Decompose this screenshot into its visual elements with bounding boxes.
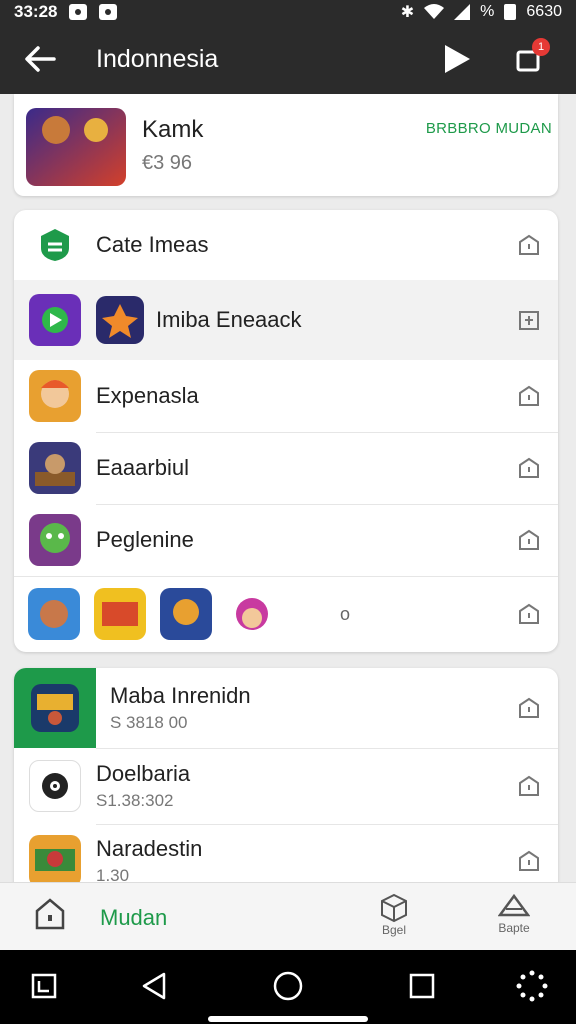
cart-button[interactable]: 1: [504, 34, 554, 84]
list-item[interactable]: Imiba Eneaack: [14, 280, 558, 360]
cart-badge: 1: [532, 38, 550, 56]
wifi-icon: [424, 4, 445, 19]
dots-circle-icon: [516, 970, 548, 1002]
lock-icon: [519, 234, 539, 255]
list-item[interactable]: Naradestin 1.30: [14, 824, 558, 882]
page-title: Indonnesia: [96, 44, 219, 73]
app-icon: [29, 835, 81, 882]
list-item[interactable]: Cate Imeas: [14, 210, 558, 280]
featured-item-card[interactable]: Kamk €3 96 BRBBRO MUDAN: [14, 94, 558, 196]
app-icon: [96, 296, 144, 344]
crop-icon: [31, 973, 57, 999]
list-item-label: Maba Inrenidn: [110, 683, 251, 708]
list-item[interactable]: Maba Inrenidn S 3818 00: [14, 668, 558, 748]
list-item[interactable]: Eaaarbiul: [14, 432, 558, 504]
nav-item-label: Bgel: [381, 923, 407, 937]
lock-icon: [519, 775, 539, 796]
square-icon: [409, 973, 435, 999]
triangle-icon: [498, 893, 530, 917]
list-item[interactable]: Peglenine: [14, 504, 558, 576]
list-item-label: Cate Imeas: [96, 232, 209, 257]
item-name: Kamk: [142, 116, 204, 143]
list-item-label: Naradestin: [96, 836, 203, 861]
nav-item-bgel[interactable]: Bgel: [380, 893, 408, 937]
bottom-nav: Mudan Bgel Bapte: [0, 882, 576, 950]
lock-icon: [519, 385, 539, 406]
box-icon: [381, 893, 407, 923]
app-icon: [29, 294, 81, 346]
recents-nav-button[interactable]: [404, 968, 440, 1004]
play-icon: [445, 45, 470, 73]
lock-icon: [519, 697, 539, 718]
list-item-label: Expenasla: [96, 383, 199, 408]
list-item[interactable]: Doelbaria S1.38:302: [14, 748, 558, 824]
status-time: 33:28: [14, 2, 58, 21]
signal-text: %: [480, 3, 495, 20]
app-icon: [94, 588, 146, 640]
lock-icon: [519, 603, 539, 624]
list-item-label: Doelbaria: [96, 761, 191, 786]
bluetooth-icon: ✱: [400, 4, 415, 21]
nav-active-label[interactable]: Mudan: [100, 905, 167, 931]
item-price: €3 96: [142, 152, 193, 174]
status-bar: 33:28 ✱ % 6630: [0, 0, 576, 24]
back-button[interactable]: [0, 24, 80, 94]
app-icon: [226, 588, 278, 640]
app-icon: [31, 684, 79, 732]
list-item-label: Eaaarbiul: [96, 455, 189, 480]
lock-icon: [519, 311, 539, 330]
arrow-left-icon: [25, 46, 56, 72]
lock-icon: [519, 457, 539, 478]
app-icon: [29, 760, 81, 812]
list-item-price: S 3818 00: [110, 713, 188, 732]
app-bar: Indonnesia 1: [0, 24, 576, 94]
content-area[interactable]: Kamk €3 96 BRBBRO MUDAN Cate Imeas Imiba…: [0, 94, 576, 882]
home-icon: [35, 898, 65, 930]
system-nav-bar: [0, 950, 576, 1024]
lock-icon: [519, 850, 539, 871]
list-item[interactable]: Expenasla: [14, 360, 558, 432]
app-icon: [29, 442, 81, 494]
assistant-button[interactable]: [514, 968, 550, 1004]
app-icon: [29, 370, 81, 422]
circle-icon: [273, 971, 303, 1001]
list-item-label: Peglenine: [96, 527, 194, 552]
install-link[interactable]: BRBBRO MUDAN: [426, 120, 552, 137]
lock-icon: [519, 529, 539, 550]
icon-strip[interactable]: o: [14, 576, 558, 652]
home-nav-button[interactable]: [270, 968, 306, 1004]
shield-icon: [41, 229, 69, 261]
app-icon: [160, 588, 212, 640]
list-item-label: Imiba Eneaack: [156, 307, 302, 332]
strip-dot: o: [340, 603, 351, 624]
apps-list-card: Cate Imeas Imiba Eneaack Expenasla Eaaar…: [14, 210, 558, 652]
signal-icon: [454, 4, 471, 20]
gesture-pill[interactable]: [208, 1016, 368, 1022]
nav-home-button[interactable]: [34, 897, 66, 936]
battery-text: 6630: [526, 3, 562, 20]
back-triangle-icon: [142, 972, 166, 1000]
message-icon: [99, 4, 118, 20]
notification-icon: [69, 4, 88, 20]
play-button[interactable]: [432, 34, 482, 84]
back-nav-button[interactable]: [136, 968, 172, 1004]
list-item-price: S1.38:302: [96, 791, 174, 810]
game-thumbnail: [26, 108, 126, 186]
nav-item-label: Bapte: [498, 921, 530, 935]
app-icon: [28, 588, 80, 640]
list-item-price: 1.30: [96, 866, 130, 882]
nav-item-bapte[interactable]: Bapte: [498, 893, 530, 935]
battery-icon: [504, 4, 517, 20]
screenshot-button[interactable]: [26, 968, 62, 1004]
app-icon: [29, 514, 81, 566]
vinyl-icon: [42, 773, 68, 799]
purchases-list-card: Maba Inrenidn S 3818 00 Doelbaria S1.38:…: [14, 668, 558, 882]
